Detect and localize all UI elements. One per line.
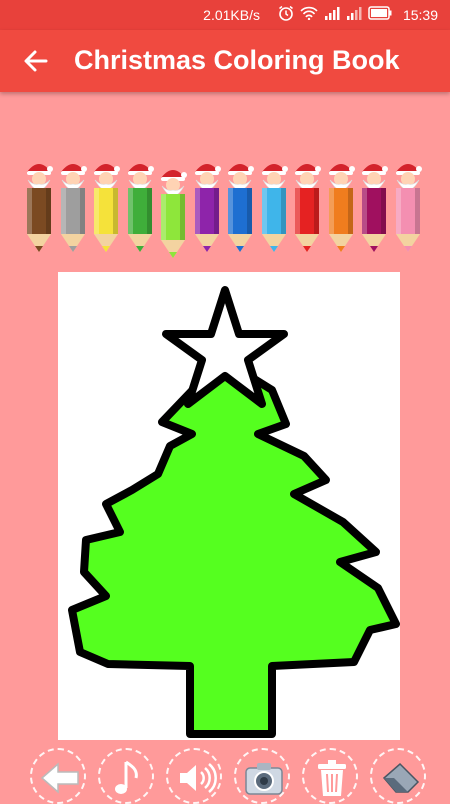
sound-toggle-button[interactable]	[166, 748, 222, 804]
alarm-icon	[279, 5, 293, 21]
santa-pencil-icon	[27, 164, 53, 252]
santa-pencil-icon	[60, 164, 87, 252]
santa-pencil-icon	[395, 164, 422, 252]
music-note-icon	[115, 760, 138, 794]
santa-pencil-icon	[127, 164, 154, 252]
tree-body[interactable]	[68, 360, 400, 738]
page-title: Christmas Coloring Book	[74, 45, 400, 75]
signal-icon	[347, 7, 362, 20]
santa-pencil-icon	[362, 164, 388, 252]
music-toggle-button[interactable]	[98, 748, 154, 804]
pencil-magenta[interactable]	[359, 160, 389, 260]
coloring-canvas[interactable]	[58, 272, 400, 740]
eraser-icon	[382, 762, 420, 793]
pencil-orange[interactable]	[326, 160, 356, 260]
pencil-yellow[interactable]	[91, 160, 121, 260]
santa-pencil-icon	[94, 164, 120, 252]
undo-button[interactable]	[30, 748, 86, 804]
clear-button[interactable]	[302, 748, 358, 804]
christmas-tree-drawing[interactable]	[58, 272, 400, 740]
battery-icon	[368, 6, 392, 20]
app-bar: Christmas Coloring Book	[0, 30, 450, 92]
speaker-icon	[180, 763, 217, 793]
status-icons	[278, 5, 392, 21]
arrow-left-icon[interactable]	[22, 47, 50, 75]
save-photo-button[interactable]	[234, 748, 290, 804]
santa-pencil-icon	[295, 164, 321, 252]
santa-pencil-icon	[161, 170, 187, 258]
pencil-gray[interactable]	[58, 160, 88, 260]
signal-icon	[325, 7, 340, 20]
camera-icon	[245, 763, 283, 795]
back-arrow-icon	[40, 762, 79, 794]
eraser-button[interactable]	[370, 748, 426, 804]
pencil-green[interactable]	[125, 160, 155, 260]
pencil-red[interactable]	[292, 160, 322, 260]
trash-icon	[318, 760, 346, 796]
pencil-purple[interactable]	[192, 160, 222, 260]
pencil-sky-blue[interactable]	[259, 160, 289, 260]
bottom-toolbar	[0, 742, 450, 804]
clock: 15:39	[402, 7, 438, 23]
pencil-brown[interactable]	[24, 160, 54, 260]
santa-pencil-icon	[228, 164, 254, 252]
color-palette	[24, 160, 424, 270]
pencil-blue[interactable]	[225, 160, 255, 260]
santa-pencil-icon	[261, 164, 288, 252]
pencil-pink[interactable]	[393, 160, 423, 260]
santa-pencil-icon	[328, 164, 355, 252]
pencil-light-green[interactable]	[158, 166, 188, 266]
network-speed: 2.01KB/s	[203, 7, 260, 23]
santa-pencil-icon	[194, 164, 221, 252]
wifi-icon	[300, 6, 318, 20]
status-bar: 2.01KB/s 15:39	[0, 0, 450, 30]
